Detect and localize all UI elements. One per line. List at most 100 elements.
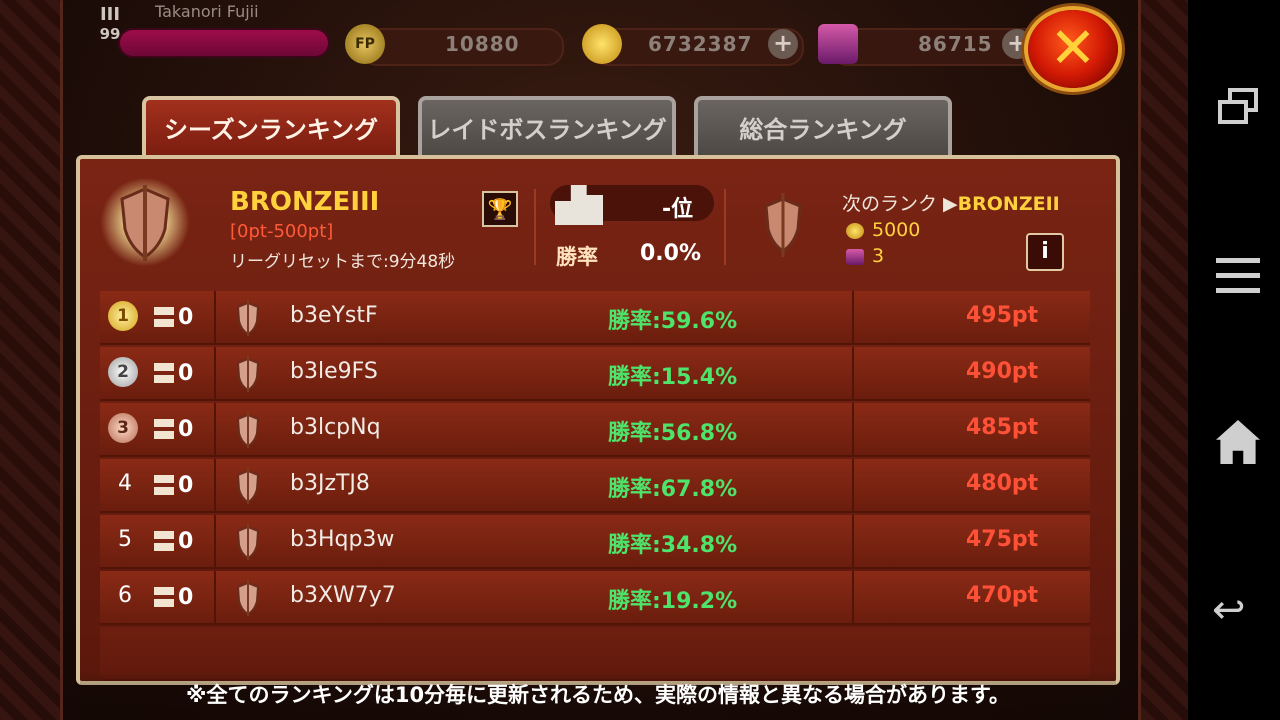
rank-range: [0pt-500pt] [230, 221, 334, 242]
rank-change: 0 [154, 361, 193, 386]
divider [534, 189, 536, 265]
rank-change-value: 0 [178, 585, 194, 610]
league-reset-timer: リーグリセットまで:9分48秒 [230, 252, 456, 272]
gem-value: 86715 [918, 32, 993, 56]
back-icon[interactable]: ↩ [1212, 590, 1262, 630]
player-points: 470pt [966, 583, 1039, 608]
rank-cell: 1 0 [100, 291, 216, 343]
rank-number: 5 [118, 527, 132, 552]
rank-change-value: 0 [178, 417, 194, 442]
player-username: b3le9FS [290, 359, 378, 384]
bronze-shield-icon [236, 580, 260, 616]
equal-icon [154, 531, 174, 551]
rank-change: 0 [154, 417, 193, 442]
bronze-shield-icon [236, 356, 260, 392]
trophy-button[interactable]: 🏆 [482, 191, 518, 227]
tab-season-ranking[interactable]: シーズンランキング [142, 96, 400, 156]
rank-change-value: 0 [178, 473, 194, 498]
player-username: b3lcpNq [290, 415, 381, 440]
my-position: -位 [662, 197, 694, 222]
player-winrate: 勝率:59.6% [608, 309, 738, 334]
level-rank: III [99, 4, 121, 25]
player-points: 475pt [966, 527, 1039, 552]
bronze-shield-icon [236, 524, 260, 560]
recent-apps-icon[interactable] [1218, 88, 1258, 128]
column-divider [852, 459, 854, 511]
reward-coins-value: 5000 [872, 219, 921, 241]
rank-number: 4 [118, 471, 132, 496]
bronze-shield-icon [236, 300, 260, 336]
silver-medal-icon: 2 [108, 357, 138, 387]
left-border-ornament [0, 0, 63, 720]
rank-cell: 4 0 [100, 459, 216, 511]
rank-change-value: 0 [178, 361, 194, 386]
rank-name: BRONZEIII [230, 187, 380, 217]
player-username: b3JzTJ8 [290, 471, 370, 496]
rank-cell: 3 0 [100, 403, 216, 455]
update-notice: ※全てのランキングは10分毎に更新されるため、実際の情報と異なる場合があります。 [80, 670, 1116, 720]
bronze-shield-icon [236, 468, 260, 504]
tab-raid-boss-ranking[interactable]: レイドボスランキング [418, 96, 676, 156]
rank-change: 0 [154, 473, 193, 498]
bronze-medal-icon: 3 [108, 413, 138, 443]
rank-number: 6 [118, 583, 132, 608]
fp-icon: FP [345, 24, 385, 64]
table-row[interactable]: 1 0 b3eYstF 勝率:59.6% 495pt [100, 291, 1090, 345]
game-screen: III 99 Takanori Fujii FP 10880 6732387 +… [0, 0, 1188, 720]
table-row[interactable]: 5 0 b3Hqp3w 勝率:34.8% 475pt [100, 515, 1090, 569]
player-username: b3eYstF [290, 303, 378, 328]
player-points: 480pt [966, 471, 1039, 496]
player-username: b3Hqp3w [290, 527, 395, 552]
gem-chest-icon [818, 24, 858, 64]
add-coins-button[interactable]: + [768, 29, 798, 59]
next-rank-prefix: 次のランク ▶ [842, 193, 958, 215]
equal-icon [154, 475, 174, 495]
table-row[interactable]: 4 0 b3JzTJ8 勝率:67.8% 480pt [100, 459, 1090, 513]
rank-change: 0 [154, 305, 193, 330]
menu-icon[interactable] [1216, 258, 1260, 294]
my-rank-info: BRONZEIII [0pt-500pt] リーグリセットまで:9分48秒 🏆 … [80, 159, 1116, 284]
ranking-list[interactable]: 1 0 b3eYstF 勝率:59.6% 495pt 2 0 b3le9FS 勝… [100, 291, 1090, 681]
table-row[interactable]: 6 0 b3XW7y7 勝率:19.2% 470pt [100, 571, 1090, 625]
column-divider [852, 515, 854, 567]
rank-cell: 6 0 [100, 571, 216, 623]
next-rank-name: BRONZEII [957, 193, 1060, 215]
gold-coin-icon [846, 222, 864, 239]
rank-change-value: 0 [178, 529, 194, 554]
stamina-bar [118, 28, 330, 58]
gem-chest-icon [846, 248, 864, 265]
column-divider [852, 403, 854, 455]
player-name: Takanori Fujii [155, 2, 259, 21]
winrate-label: 勝率 [556, 245, 598, 269]
winrate-value: 0.0% [640, 241, 702, 266]
rank-cell: 2 0 [100, 347, 216, 399]
player-winrate: 勝率:34.8% [608, 533, 738, 558]
tab-overall-ranking[interactable]: 総合ランキング [694, 96, 952, 156]
divider [724, 189, 726, 265]
player-points: 485pt [966, 415, 1039, 440]
player-username: b3XW7y7 [290, 583, 396, 608]
close-button[interactable]: ✕ [1028, 10, 1118, 88]
reward-gems-value: 3 [872, 245, 885, 267]
reward-gems: 3 [846, 245, 884, 267]
rank-shield-icon [100, 177, 190, 267]
table-row[interactable]: 2 0 b3le9FS 勝率:15.4% 490pt [100, 347, 1090, 401]
equal-icon [154, 363, 174, 383]
player-winrate: 勝率:19.2% [608, 589, 738, 614]
player-winrate: 勝率:56.8% [608, 421, 738, 446]
equal-icon [154, 587, 174, 607]
next-rank-label: 次のランク ▶BRONZEII [842, 189, 1060, 216]
coin-value: 6732387 [648, 32, 753, 56]
info-button[interactable]: i [1026, 233, 1064, 271]
gold-medal-icon: 1 [108, 301, 138, 331]
player-winrate: 勝率:15.4% [608, 365, 738, 390]
bronze-shield-icon [236, 412, 260, 448]
player-winrate: 勝率:67.8% [608, 477, 738, 502]
column-divider [852, 571, 854, 623]
rank-change: 0 [154, 529, 193, 554]
equal-icon [154, 307, 174, 327]
rank-cell: 5 0 [100, 515, 216, 567]
status-bar: III 99 Takanori Fujii FP 10880 6732387 +… [60, 0, 1138, 88]
player-points: 495pt [966, 303, 1039, 328]
table-row[interactable]: 3 0 b3lcpNq 勝率:56.8% 485pt [100, 403, 1090, 457]
